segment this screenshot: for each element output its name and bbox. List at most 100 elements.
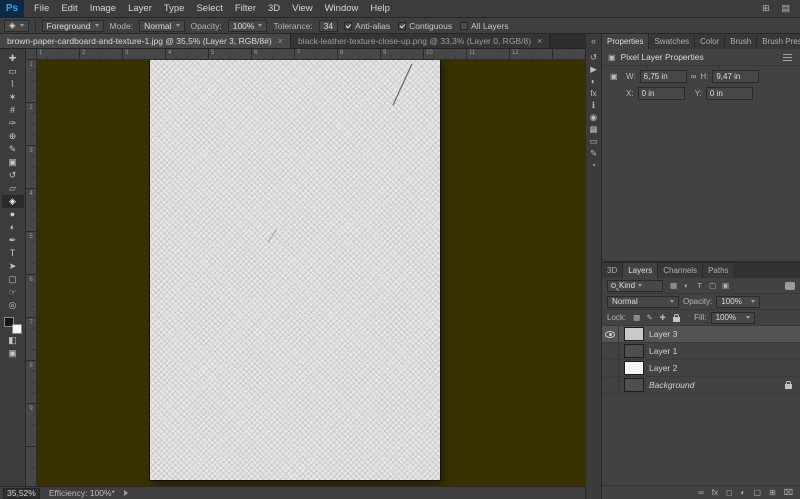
options-checkbox[interactable]: All Layers xyxy=(460,21,508,31)
link-dimensions-icon[interactable]: ∞ xyxy=(691,72,697,81)
healing-brush-tool[interactable]: ⊕ xyxy=(2,130,24,143)
notes-icon[interactable]: ✎ xyxy=(586,147,601,159)
timeline-icon[interactable]: ▭ xyxy=(586,135,601,147)
new-group-icon[interactable]: ▢ xyxy=(754,488,762,497)
opacity-dropdown[interactable]: 100% xyxy=(228,20,268,32)
layer-thumbnail[interactable] xyxy=(624,327,644,341)
actions-icon[interactable]: ▶ xyxy=(586,63,601,75)
menu-item[interactable]: Filter xyxy=(229,3,262,14)
layer-row[interactable]: Layer 3 xyxy=(602,326,800,343)
vertical-ruler[interactable]: 123456789 xyxy=(26,60,37,486)
background-color-swatch[interactable] xyxy=(12,324,22,334)
adjustments-icon[interactable]: ◐ xyxy=(586,75,601,87)
pasteboard[interactable] xyxy=(37,60,585,486)
shape-tool[interactable]: ▢ xyxy=(2,273,24,286)
panel-menu-icon[interactable] xyxy=(783,57,792,58)
menu-item[interactable]: 3D xyxy=(262,3,286,14)
menu-item[interactable]: Image xyxy=(84,3,122,14)
marquee-tool[interactable]: ▭ xyxy=(2,65,24,78)
filter-type-layers-icon[interactable]: T xyxy=(693,280,706,292)
link-layers-icon[interactable]: ∞ xyxy=(698,488,704,497)
visibility-toggle[interactable] xyxy=(602,326,619,342)
layer-thumbnail[interactable] xyxy=(624,344,644,358)
document-tab[interactable]: black-leather-texture-close-up.png @ 33,… xyxy=(291,34,550,48)
document-tab[interactable]: brown-paper-cardboard-and-texture-1.jpg … xyxy=(0,34,291,48)
menu-item[interactable]: Help xyxy=(364,3,396,14)
move-tool[interactable]: ✚ xyxy=(2,52,24,65)
blur-tool[interactable]: ● xyxy=(2,208,24,221)
eraser-tool[interactable]: ▱ xyxy=(2,182,24,195)
dodge-tool[interactable]: ◐ xyxy=(2,221,24,234)
info-icon[interactable]: ℹ xyxy=(586,99,601,111)
layer-thumbnail[interactable] xyxy=(624,361,644,375)
layer-style-icon[interactable]: fx xyxy=(712,488,718,497)
brush-tool[interactable]: ✎ xyxy=(2,143,24,156)
type-tool[interactable]: T xyxy=(2,247,24,260)
filter-adjustment-layers-icon[interactable]: ◐ xyxy=(680,280,693,292)
hand-tool[interactable]: ☞ xyxy=(2,286,24,299)
menu-item[interactable]: Edit xyxy=(55,3,83,14)
panel-tab[interactable]: Brush Presets xyxy=(757,34,800,49)
path-selection-tool[interactable]: ➤ xyxy=(2,260,24,273)
panel-tab[interactable]: 3D xyxy=(602,263,623,278)
horizontal-ruler[interactable]: 123456789101112 xyxy=(37,49,585,60)
zoom-tool[interactable]: ◎ xyxy=(2,299,24,312)
quick-mask-button[interactable]: ◧ xyxy=(2,334,24,347)
workspace-switcher-icon[interactable]: ⊞ xyxy=(762,3,770,14)
lock-pixels-icon[interactable]: ✎ xyxy=(643,312,656,324)
height-input[interactable]: 9,47 in xyxy=(712,70,759,83)
filter-pixel-layers-icon[interactable]: ▦ xyxy=(667,280,680,292)
fill-source-dropdown[interactable]: Foreground xyxy=(42,20,104,32)
tab-close-icon[interactable]: × xyxy=(537,36,542,46)
paint-bucket-tool[interactable]: ◈ xyxy=(2,195,24,208)
width-input[interactable]: 6,75 in xyxy=(640,70,687,83)
menu-item[interactable]: Window xyxy=(319,3,365,14)
x-input[interactable]: 0 in xyxy=(638,87,685,100)
layer-row[interactable]: Background xyxy=(602,377,800,394)
lock-all-icon[interactable] xyxy=(673,317,680,322)
layer-filter-toggle[interactable] xyxy=(785,282,795,290)
ruler-corner[interactable] xyxy=(26,49,37,60)
tolerance-input[interactable]: 34 xyxy=(319,20,338,32)
panel-tab[interactable]: Color xyxy=(695,34,725,49)
visibility-toggle[interactable] xyxy=(602,377,619,393)
clone-stamp-tool[interactable]: ▣ xyxy=(2,156,24,169)
pen-tool[interactable]: ✒ xyxy=(2,234,24,247)
screen-mode-button[interactable]: ▣ xyxy=(2,347,24,360)
filter-smart-objects-icon[interactable]: ▣ xyxy=(719,280,732,292)
zoom-level-input[interactable]: 35,52% xyxy=(3,488,40,499)
menu-item[interactable]: Type xyxy=(158,3,191,14)
menu-item[interactable]: Select xyxy=(190,3,228,14)
visibility-toggle[interactable] xyxy=(602,360,619,376)
options-checkbox[interactable]: Anti-alias xyxy=(344,21,390,31)
layer-opacity-dropdown[interactable]: 100% xyxy=(716,296,760,308)
magic-wand-tool[interactable]: ✶ xyxy=(2,91,24,104)
eyedropper-tool[interactable]: ✑ xyxy=(2,117,24,130)
filter-kind-dropdown[interactable]: Kind xyxy=(607,280,663,292)
add-layer-mask-icon[interactable]: ◻ xyxy=(726,488,733,497)
history-icon[interactable]: ↺ xyxy=(586,51,601,63)
filter-shape-layers-icon[interactable]: ▢ xyxy=(706,280,719,292)
clone-source-icon[interactable]: ▦ xyxy=(586,123,601,135)
panel-tab[interactable]: Paths xyxy=(703,263,734,278)
panel-tab[interactable]: Brush xyxy=(725,34,757,49)
lock-transparency-icon[interactable]: ▦ xyxy=(630,312,643,324)
fill-dropdown[interactable]: 100% xyxy=(711,312,755,324)
panel-tab[interactable]: Channels xyxy=(658,263,703,278)
layer-row[interactable]: Layer 2 xyxy=(602,360,800,377)
document-canvas[interactable] xyxy=(150,60,440,480)
menu-item[interactable]: View xyxy=(286,3,318,14)
y-input[interactable]: 0 in xyxy=(706,87,753,100)
styles-icon[interactable]: fx xyxy=(586,87,601,99)
measurement-log-icon[interactable]: ◔ xyxy=(586,159,601,171)
expand-panels-icon[interactable]: « xyxy=(591,36,596,46)
lasso-tool[interactable]: ⌇ xyxy=(2,78,24,91)
new-layer-icon[interactable]: ⊞ xyxy=(769,488,776,497)
tool-preset-picker[interactable]: ◈ xyxy=(4,20,29,32)
visibility-toggle[interactable] xyxy=(602,343,619,359)
menu-item[interactable]: Layer xyxy=(122,3,158,14)
options-checkbox[interactable]: Contiguous xyxy=(398,21,452,31)
layer-row[interactable]: Layer 1 xyxy=(602,343,800,360)
adjustment-layer-icon[interactable]: ◐ xyxy=(741,488,746,497)
panel-tab[interactable]: Properties xyxy=(602,34,649,49)
